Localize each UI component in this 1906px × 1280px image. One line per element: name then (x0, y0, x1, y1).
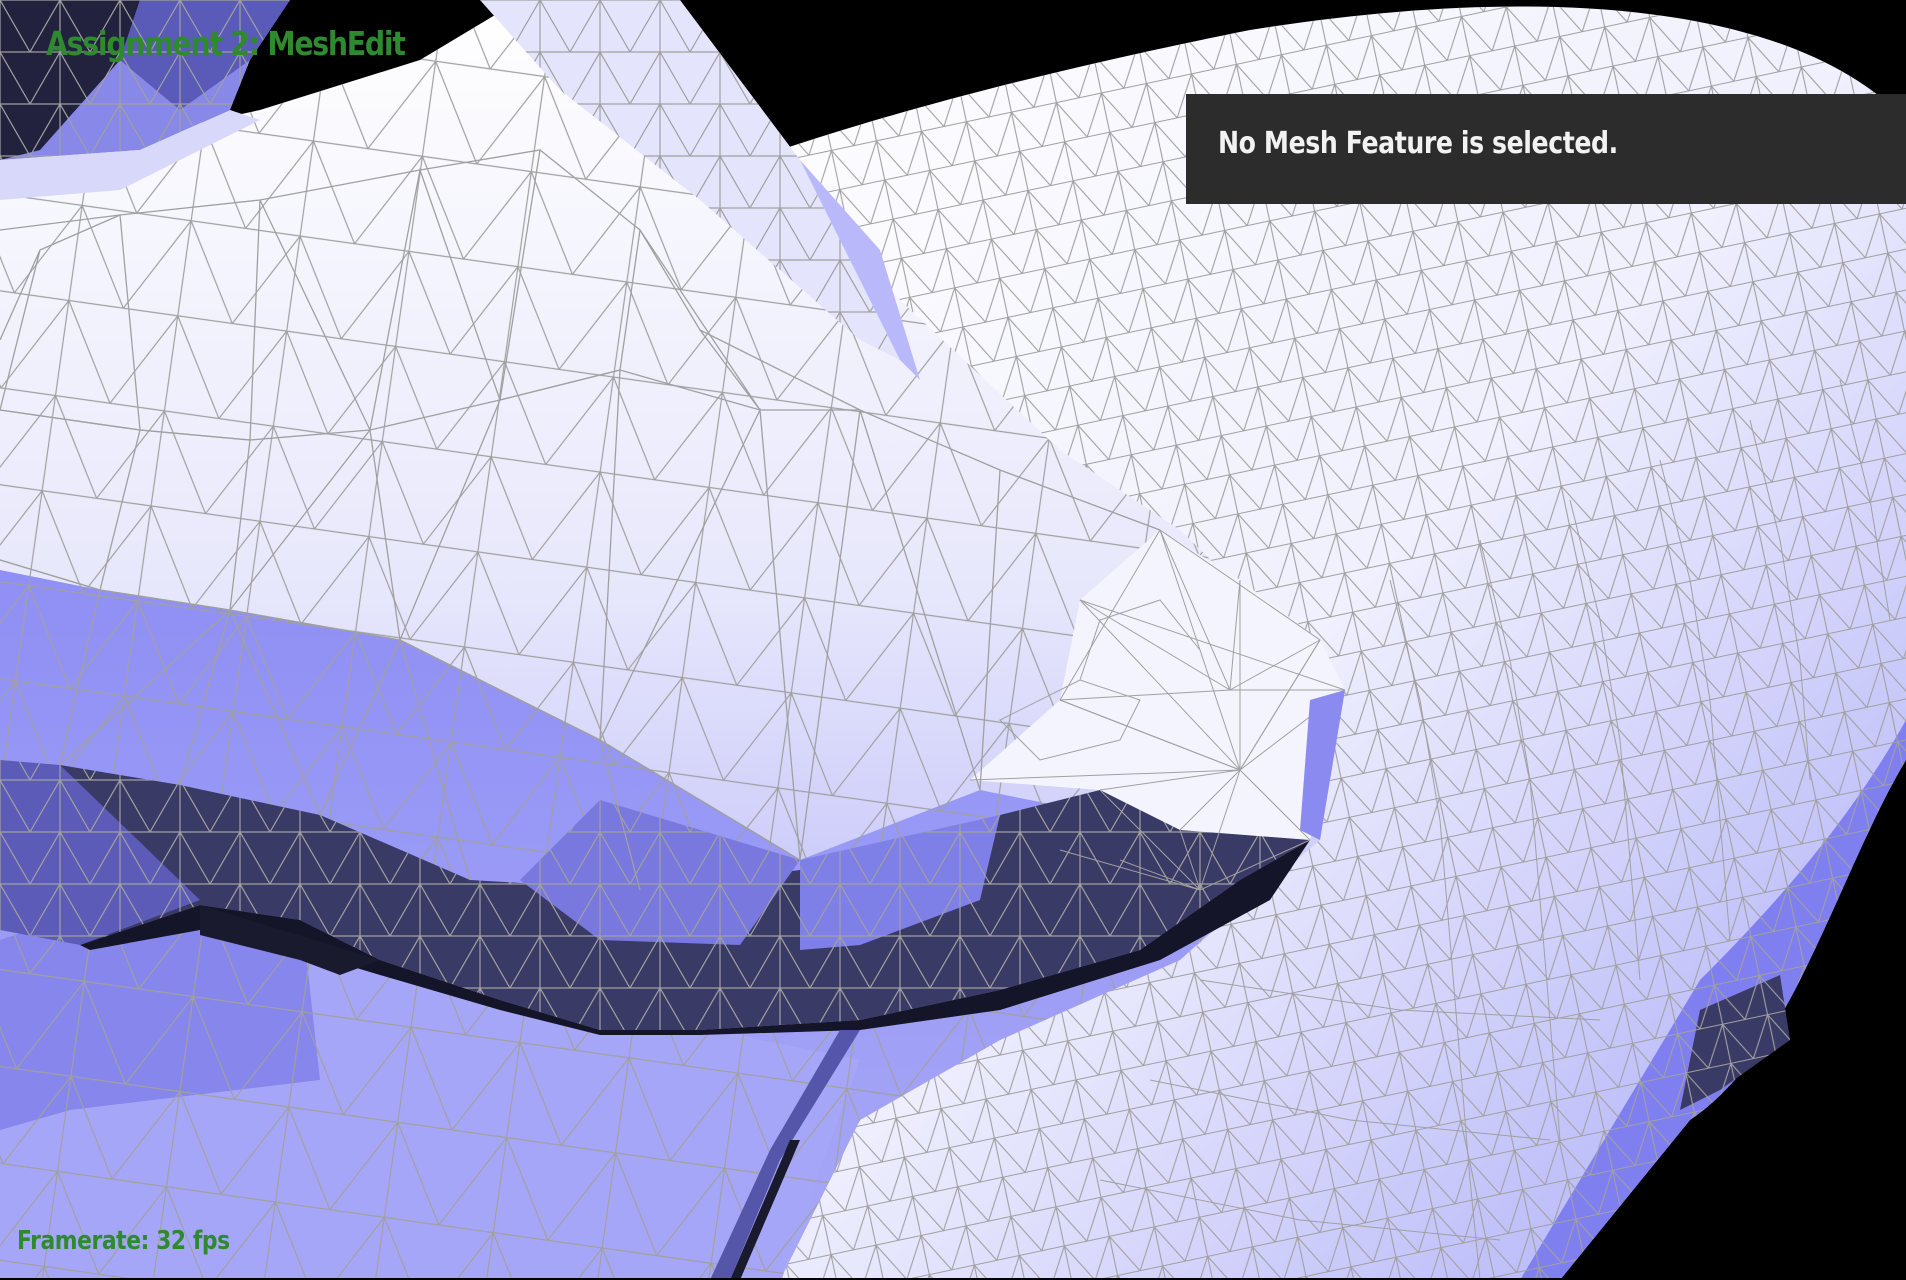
app-title: Assignment 2: MeshEdit (46, 24, 406, 63)
selection-message: No Mesh Feature is selected. (1218, 126, 1618, 161)
selection-info-panel: No Mesh Feature is selected. (1186, 94, 1906, 204)
framerate-readout: Framerate: 32 fps (17, 1226, 230, 1256)
